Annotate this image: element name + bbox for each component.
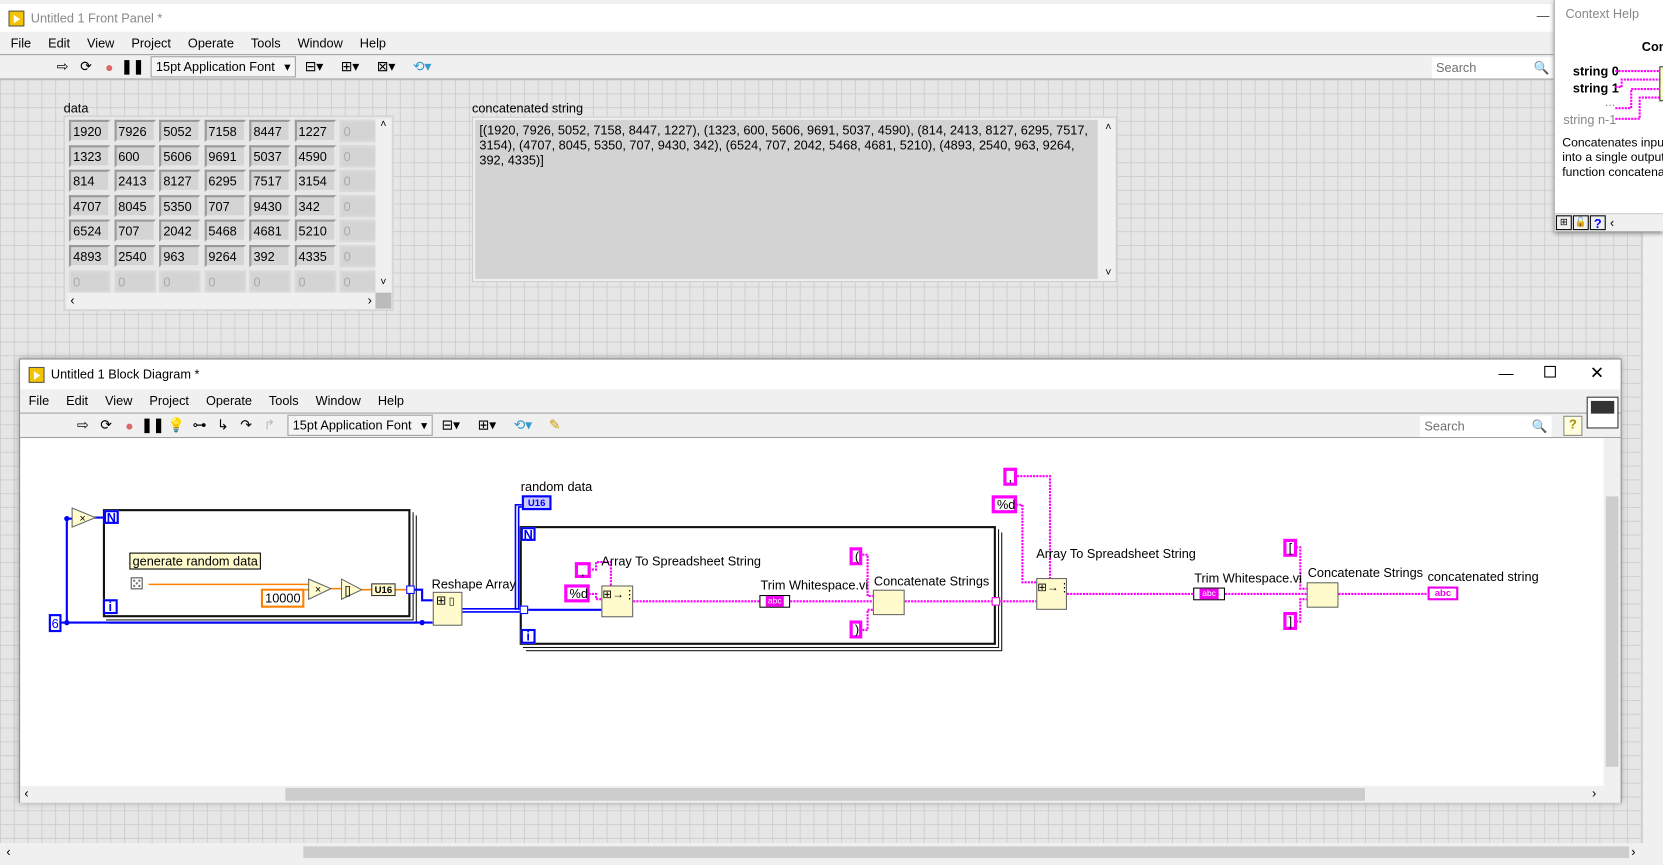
trim-whitespace-node-2[interactable]: abc <box>1193 587 1225 601</box>
loop-iteration-terminal: i <box>102 599 118 615</box>
wire-reshape-out <box>462 607 520 613</box>
constant-10000[interactable]: 10000 <box>260 588 305 608</box>
wire-loop-output <box>413 588 433 602</box>
array-to-spreadsheet-label-2: Array To Spreadsheet String <box>1036 546 1196 562</box>
open-bracket-constant[interactable]: [ <box>1283 538 1298 557</box>
format-constant-2[interactable]: %d <box>991 495 1018 514</box>
to-u16-node[interactable]: U16 <box>371 583 396 597</box>
delimiter-constant-1[interactable]: , <box>574 562 591 579</box>
trim-whitespace-node-1[interactable]: abc <box>759 594 791 608</box>
array-to-spreadsheet-label-1: Array To Spreadsheet String <box>601 553 762 569</box>
loop-count-terminal-2[interactable]: N <box>520 527 536 541</box>
concatenated-string-label: concatenated string <box>1427 569 1539 585</box>
trim-whitespace-label-1: Trim Whitespace.vi <box>760 578 869 593</box>
array-to-spreadsheet-node-1[interactable]: ⊞→⋮ <box>601 585 636 618</box>
open-paren-constant[interactable]: ( <box>849 547 863 566</box>
abc-icon: abc <box>1199 588 1219 600</box>
auto-index-tunnel <box>519 605 529 615</box>
concatenate-strings-node-2[interactable] <box>1306 582 1339 608</box>
loop-iteration-terminal-2: i <box>520 628 536 644</box>
svg-text:×: × <box>80 513 86 525</box>
array-to-spreadsheet-node-2[interactable]: ⊞→⋮ <box>1036 578 1070 610</box>
concatenated-string-terminal[interactable]: abc <box>1427 586 1459 601</box>
concatenate-strings-node-1[interactable] <box>872 589 905 616</box>
abc-icon: abc <box>765 596 784 607</box>
string-output-tunnel <box>991 597 1001 606</box>
wires: × × [] <box>60 475 1428 632</box>
wire-bracket-close <box>1296 598 1307 623</box>
reshape-array-label: Reshape Array <box>431 576 516 592</box>
loop-output-tunnel <box>406 585 415 594</box>
generate-random-data-label: generate random data <box>129 552 262 570</box>
svg-text:×: × <box>315 584 321 596</box>
constant-6[interactable]: 6 <box>48 614 62 633</box>
random-data-label: random data <box>520 479 593 495</box>
close-bracket-constant[interactable]: ] <box>1283 611 1298 630</box>
concatenate-strings-label-1: Concatenate Strings <box>873 573 990 589</box>
reshape-array-node[interactable]: ⊞ ▯ <box>432 591 463 626</box>
wire-random-data <box>514 504 522 610</box>
wire-fmt-2 <box>1016 503 1037 584</box>
trim-whitespace-label-2: Trim Whitespace.vi <box>1194 570 1302 586</box>
close-paren-constant[interactable]: ) <box>849 620 863 639</box>
dice-icon: ⚄ <box>129 575 145 594</box>
random-data-indicator[interactable]: U16 <box>521 495 552 511</box>
delimiter-constant-2[interactable]: , <box>1003 467 1018 486</box>
wire-fmt-1 <box>588 592 603 601</box>
wire-paren-close <box>862 608 873 632</box>
concatenate-strings-label-2: Concatenate Strings <box>1307 565 1424 581</box>
loop-count-terminal[interactable]: N <box>103 510 119 524</box>
format-constant-1[interactable]: %d <box>564 584 590 603</box>
svg-text:[]: [] <box>345 585 351 597</box>
